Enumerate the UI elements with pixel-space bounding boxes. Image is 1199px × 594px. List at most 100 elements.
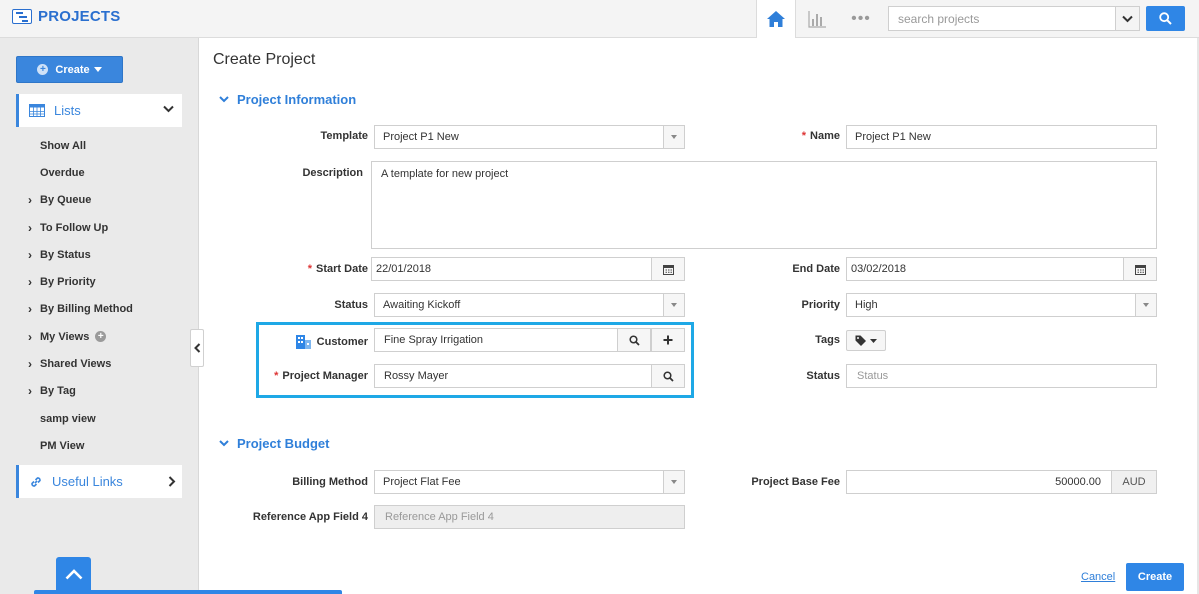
nav-show-all[interactable]: Show All: [28, 132, 188, 159]
app-title: PROJECTS: [38, 8, 121, 25]
nav-by-status[interactable]: › By Status: [28, 241, 188, 268]
lists-panel-header[interactable]: Lists: [16, 94, 182, 127]
section-project-information[interactable]: Project Information: [219, 92, 356, 107]
section-project-budget[interactable]: Project Budget: [219, 436, 329, 451]
nav-my-views[interactable]: › My Views +: [28, 323, 188, 350]
dropdown-arrow-icon: [663, 125, 685, 149]
reference-app-field-label: Reference App Field 4: [252, 511, 368, 523]
home-icon: [767, 11, 785, 27]
search-icon: [1159, 12, 1172, 25]
project-manager-label: * Project Manager: [274, 370, 368, 382]
analytics-button[interactable]: [806, 8, 828, 30]
project-manager-input[interactable]: Rossy Mayer: [374, 364, 685, 388]
description-label: Description: [302, 167, 363, 179]
status-select[interactable]: Awaiting Kickoff: [374, 293, 685, 317]
lists-label: Lists: [54, 103, 81, 118]
plus-icon: [663, 335, 673, 345]
search-icon: [662, 370, 674, 382]
chevron-right-icon: ›: [28, 357, 32, 372]
reference-app-field-input: Reference App Field 4: [374, 505, 685, 529]
caret-down-icon: [93, 67, 102, 72]
create-label: Create: [55, 63, 90, 76]
nav-shared-views[interactable]: › Shared Views: [28, 350, 188, 377]
customer-search-button[interactable]: [617, 328, 651, 352]
nav-samp-view[interactable]: samp view: [28, 405, 188, 432]
chevron-right-icon: ›: [28, 384, 32, 399]
chevron-down-icon: [1122, 15, 1133, 22]
plus-circle-icon: +: [37, 64, 49, 75]
collapse-sidebar-button[interactable]: [190, 329, 204, 367]
create-menu-button[interactable]: + Create: [16, 56, 123, 83]
cancel-link[interactable]: Cancel: [1081, 571, 1115, 583]
priority-label: Priority: [801, 299, 840, 311]
projects-app-icon: [12, 9, 32, 24]
start-date-picker-button[interactable]: [651, 257, 685, 281]
tag-icon: [855, 335, 866, 346]
nav-overdue[interactable]: Overdue: [28, 159, 188, 186]
chevron-right-icon: ›: [28, 193, 32, 208]
priority-select[interactable]: High: [846, 293, 1157, 317]
home-button[interactable]: [756, 0, 796, 38]
lists-nav: Show All Overdue › By Queue › To Follow Up…: [28, 132, 188, 460]
sidebar: + Create Lists Show All Overdue › By Queu…: [0, 38, 199, 594]
project-manager-search-button[interactable]: [651, 364, 685, 388]
chevron-right-icon: ›: [28, 247, 32, 262]
caret-down-icon: [870, 338, 877, 343]
project-base-fee-input[interactable]: 50000.00: [846, 470, 1112, 494]
customer-input[interactable]: Fine Spray Irrigation: [374, 328, 685, 352]
end-date-input[interactable]: 03/02/2018: [846, 257, 1157, 281]
bottom-bar-strip: [34, 590, 342, 594]
calendar-list-icon: [29, 104, 45, 117]
status-label: Status: [334, 299, 368, 311]
page-title: Create Project: [213, 51, 316, 68]
template-label: Template: [320, 130, 368, 142]
chevron-down-icon: [163, 105, 174, 113]
search-button[interactable]: [1146, 6, 1185, 31]
customer-label: Customer: [280, 334, 368, 349]
bar-chart-icon: [808, 11, 826, 28]
create-submit-button[interactable]: Create: [1126, 563, 1184, 591]
secondary-status-input[interactable]: Status: [846, 364, 1157, 388]
template-select[interactable]: Project P1 New: [374, 125, 685, 149]
end-date-label: End Date: [792, 263, 840, 275]
link-icon: [31, 476, 41, 487]
chevron-right-icon: ›: [28, 302, 32, 317]
search-scope-dropdown[interactable]: [1115, 6, 1140, 31]
dropdown-arrow-icon: [1135, 293, 1157, 317]
nav-by-billing-method[interactable]: › By Billing Method: [28, 296, 188, 323]
nav-to-follow-up[interactable]: › To Follow Up: [28, 214, 188, 241]
end-date-picker-button[interactable]: [1123, 257, 1157, 281]
scroll-to-top-button[interactable]: [56, 557, 91, 592]
name-input[interactable]: Project P1 New: [846, 125, 1157, 149]
more-button[interactable]: •••: [846, 8, 876, 30]
calendar-icon: [662, 264, 674, 275]
useful-links-panel-header[interactable]: Useful Links: [16, 465, 182, 498]
calendar-icon: [1134, 264, 1146, 275]
add-view-icon[interactable]: +: [95, 331, 107, 343]
useful-links-label: Useful Links: [52, 474, 123, 489]
search-input[interactable]: [888, 6, 1116, 31]
chevron-down-icon: [219, 440, 229, 447]
nav-by-queue[interactable]: › By Queue: [28, 187, 188, 214]
tags-label: Tags: [815, 334, 840, 346]
start-date-input[interactable]: 22/01/2018: [371, 257, 685, 281]
currency-addon: AUD: [1111, 470, 1157, 494]
app-brand[interactable]: PROJECTS: [12, 8, 120, 25]
billing-method-select[interactable]: Project Flat Fee: [374, 470, 685, 494]
top-bar: PROJECTS •••: [0, 0, 1199, 38]
chevron-down-icon: [219, 96, 229, 103]
nav-pm-view[interactable]: PM View: [28, 432, 188, 459]
chevron-right-icon: ›: [28, 275, 32, 290]
tags-dropdown-button[interactable]: [846, 330, 886, 351]
name-label: * Name: [801, 130, 840, 142]
secondary-status-label: Status: [806, 370, 840, 382]
nav-by-priority[interactable]: › By Priority: [28, 268, 188, 295]
chevron-right-icon: ›: [28, 329, 32, 344]
search-icon: [628, 334, 640, 346]
chevron-right-icon: [168, 476, 176, 487]
nav-by-tag[interactable]: › By Tag: [28, 378, 188, 405]
customer-add-button[interactable]: [651, 328, 685, 352]
chevron-right-icon: ›: [28, 220, 32, 235]
description-textarea[interactable]: A template for new project: [371, 161, 1157, 249]
more-dots-icon: •••: [851, 10, 871, 27]
